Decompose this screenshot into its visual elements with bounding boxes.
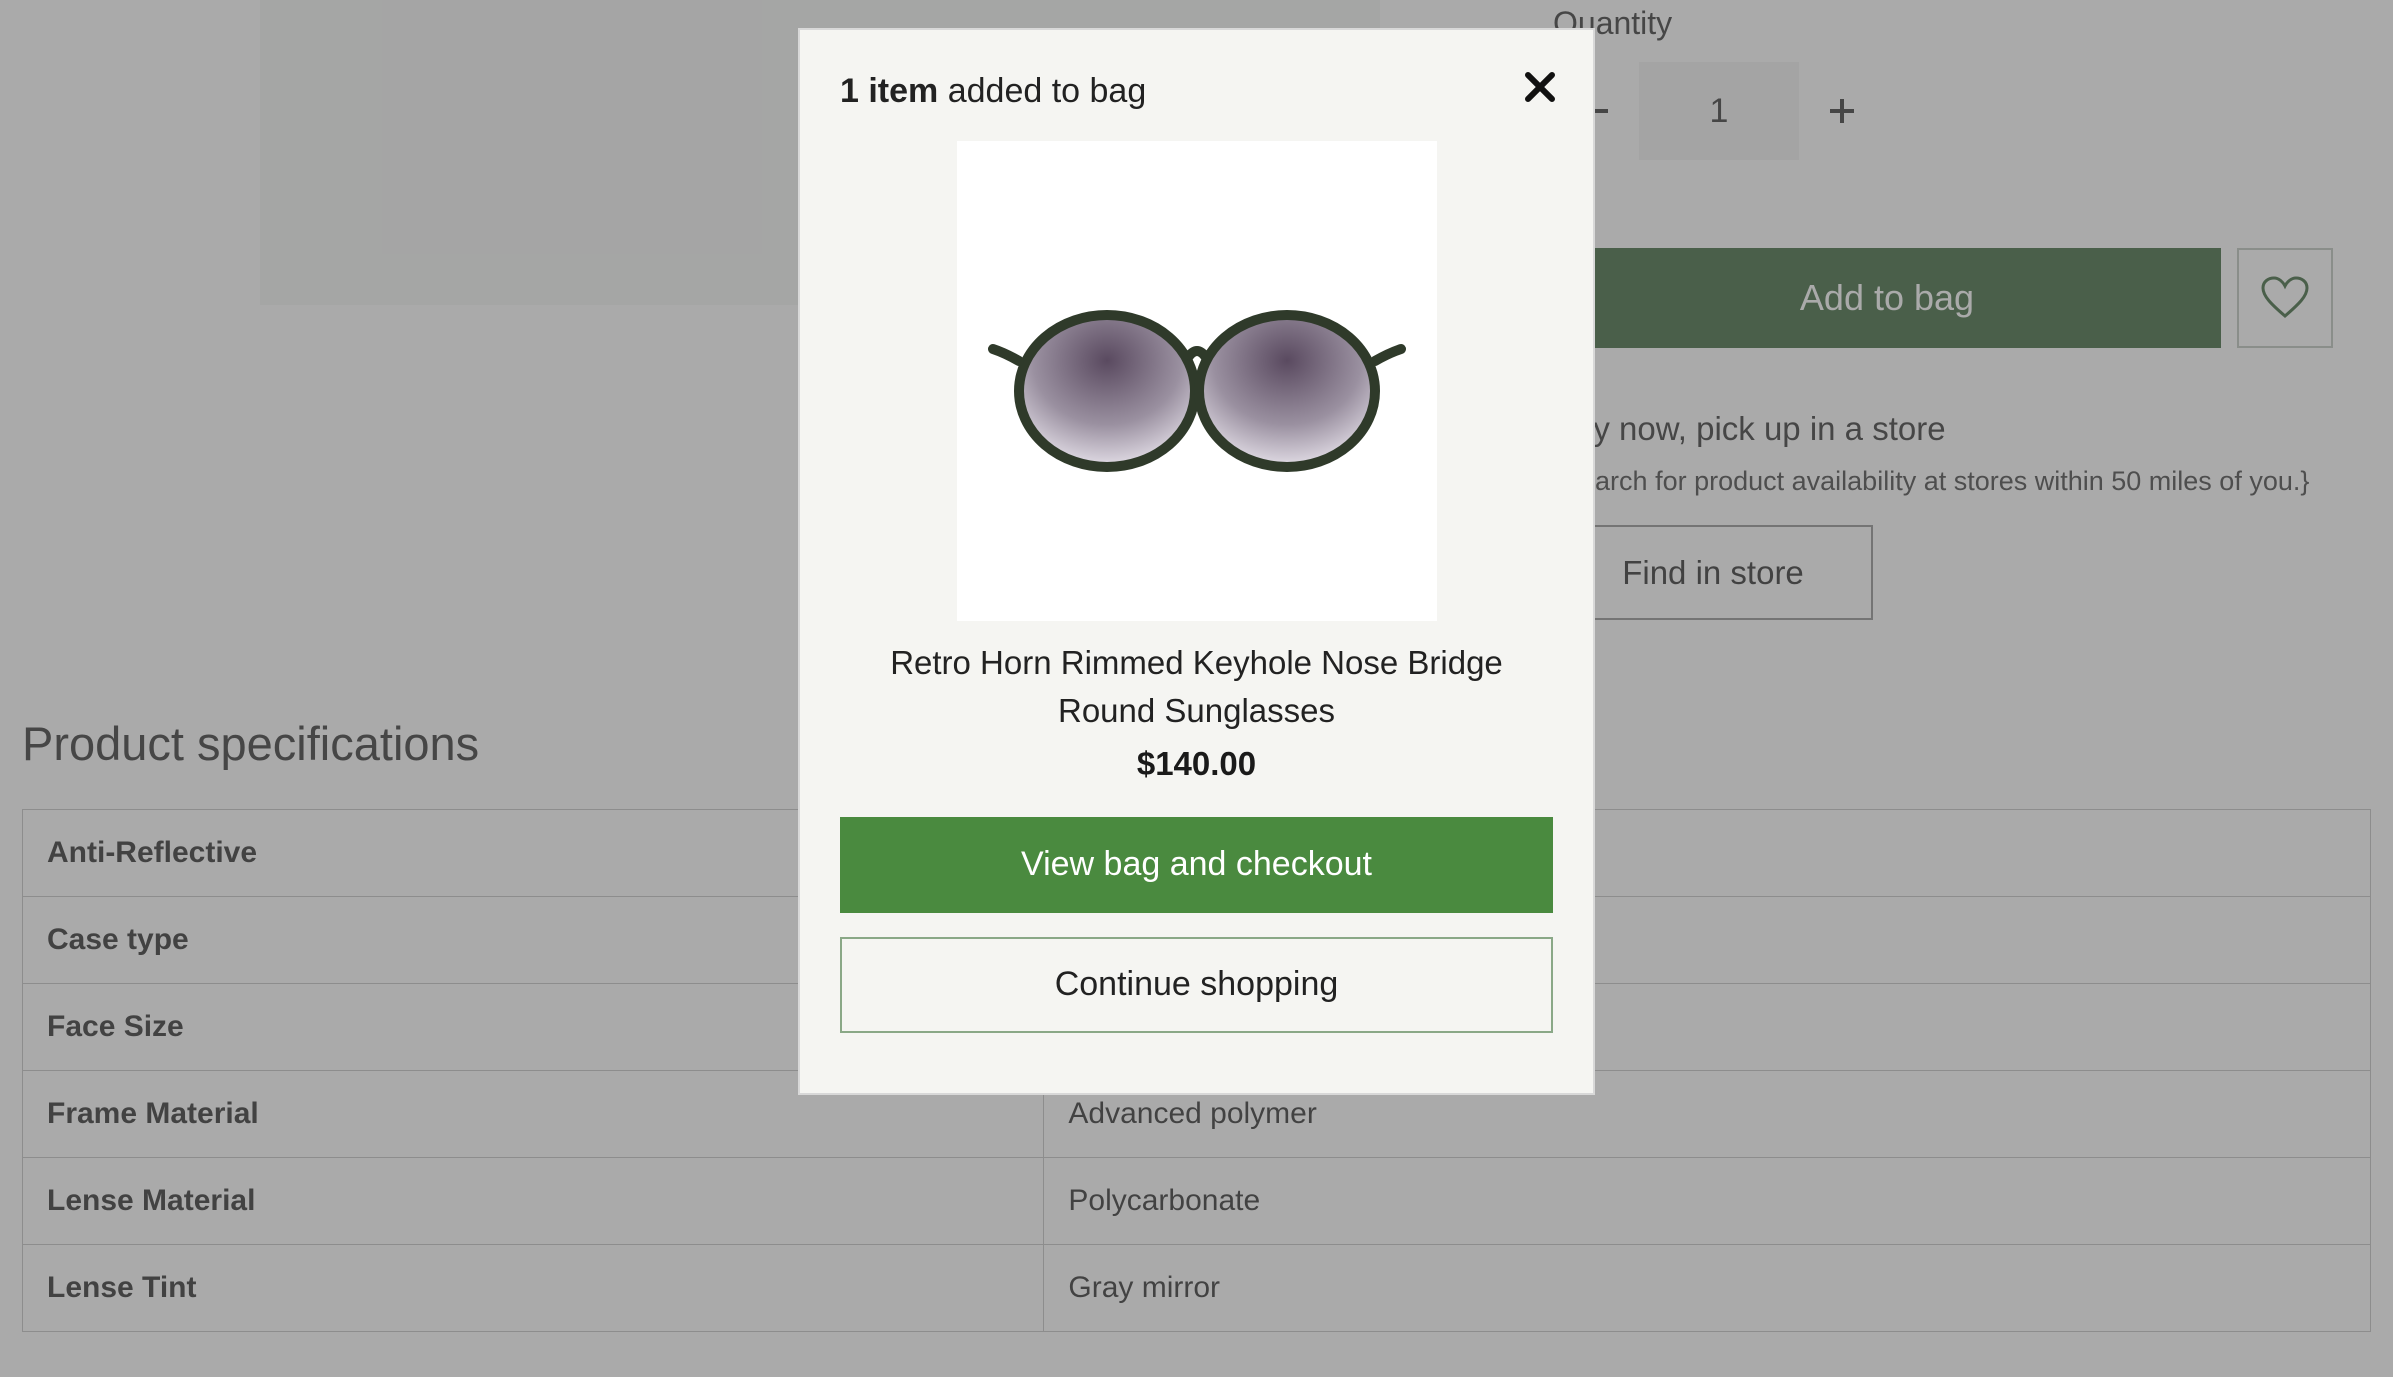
view-bag-button[interactable]: View bag and checkout	[840, 817, 1553, 913]
modal-title-suffix: added to bag	[938, 72, 1146, 110]
continue-shopping-button[interactable]: Continue shopping	[840, 937, 1553, 1033]
modal-product-image	[957, 141, 1437, 621]
modal-product-price: $140.00	[840, 745, 1553, 783]
modal-item-count: 1 item	[840, 72, 938, 110]
modal-product-name: Retro Horn Rimmed Keyhole Nose Bridge Ro…	[857, 639, 1537, 735]
added-to-bag-modal: 1 item added to bag	[798, 28, 1595, 1095]
close-button[interactable]	[1525, 72, 1555, 107]
continue-shopping-label: Continue shopping	[1055, 965, 1339, 1004]
modal-overlay[interactable]: 1 item added to bag	[0, 0, 2393, 1377]
view-bag-label: View bag and checkout	[1021, 845, 1372, 884]
modal-title: 1 item added to bag	[840, 72, 1553, 111]
close-icon	[1525, 72, 1555, 102]
